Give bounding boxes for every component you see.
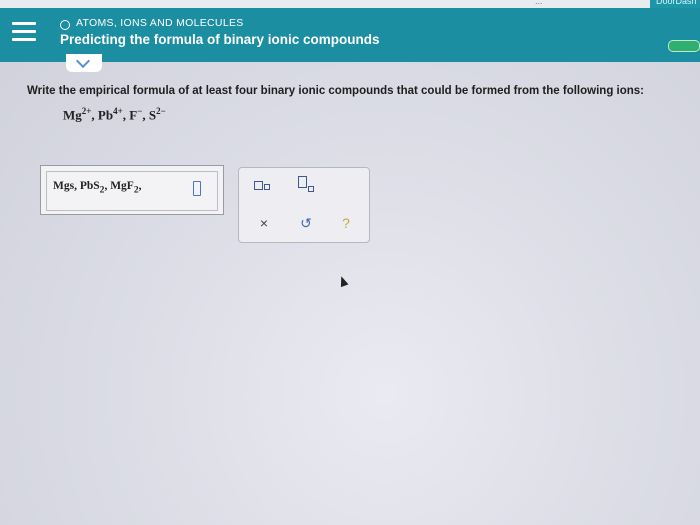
answer-part: ,	[138, 180, 142, 192]
answer-part: , MgF	[104, 180, 134, 192]
ion-list: Mg2+, Pb4+, F−, S2−	[63, 106, 166, 123]
ion-charge: 2+	[81, 106, 92, 116]
progress-pill	[668, 40, 700, 52]
answer-field[interactable]: Mgs, PbS2, MgF2,	[46, 171, 218, 211]
clear-button[interactable]: ×	[257, 215, 271, 231]
lesson-title: Predicting the formula of binary ionic c…	[60, 32, 380, 47]
corner-tab-label[interactable]: DoorDash	[650, 0, 700, 8]
superscript-small-box-icon	[308, 186, 314, 192]
ion-base: S	[148, 107, 157, 123]
mouse-pointer-icon	[337, 274, 349, 288]
subscript-small-box-icon	[264, 184, 270, 190]
superscript-button[interactable]	[295, 176, 317, 192]
help-button[interactable]: ?	[339, 215, 353, 231]
ion-charge: 2−	[156, 106, 166, 116]
lesson-header: ATOMS, IONS AND MOLECULES Predicting the…	[0, 8, 700, 62]
ion-base: F	[129, 107, 138, 123]
superscript-icon	[298, 176, 307, 188]
text-cursor-icon	[193, 181, 201, 196]
math-toolbar: × ↺ ?	[238, 167, 370, 243]
ion-base: Pb	[97, 107, 114, 123]
answer-input-box[interactable]: Mgs, PbS2, MgF2,	[40, 165, 224, 215]
hamburger-menu-icon[interactable]	[12, 22, 36, 44]
answer-part: Mgs, PbS	[53, 180, 100, 192]
chevron-down-icon	[75, 53, 91, 69]
ion-base: Mg	[63, 107, 82, 123]
expand-toggle-button[interactable]	[66, 53, 102, 72]
topic-label: ATOMS, IONS AND MOLECULES	[76, 17, 244, 29]
question-prompt: Write the empirical formula of at least …	[27, 85, 645, 97]
partial-tab-text: ...	[535, 0, 543, 6]
subscript-icon	[254, 181, 263, 190]
answer-text: Mgs, PbS2, MgF2,	[53, 180, 142, 195]
browser-top-strip: ... DoorDash	[0, 0, 700, 8]
ion-charge: 4+	[113, 106, 123, 116]
subscript-button[interactable]	[251, 178, 273, 194]
undo-button[interactable]: ↺	[299, 215, 313, 231]
topic-circle-icon	[60, 20, 70, 30]
